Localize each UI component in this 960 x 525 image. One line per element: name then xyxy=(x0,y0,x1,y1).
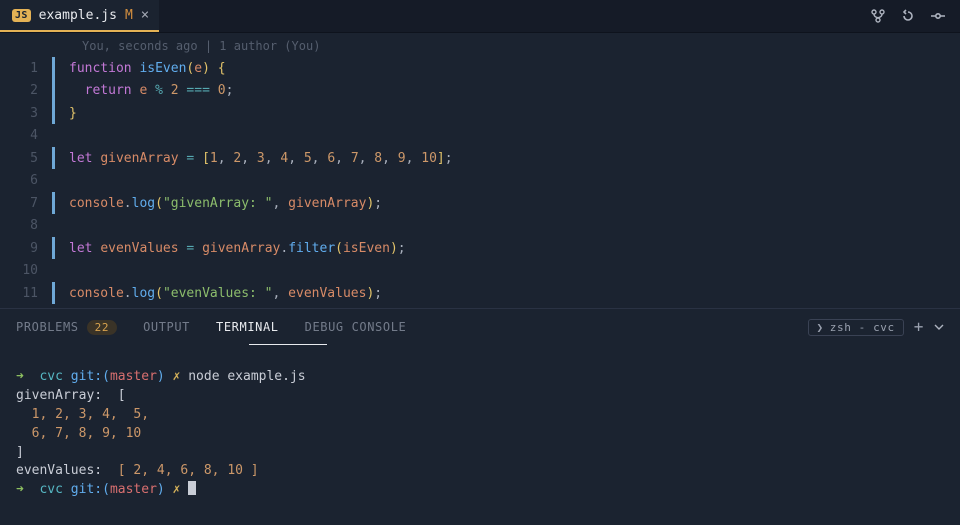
line-number: 11 xyxy=(0,286,52,301)
tab-problems-label: PROBLEMS xyxy=(16,320,79,334)
filetype-badge: JS xyxy=(12,9,31,22)
code-line[interactable]: 6 xyxy=(0,169,960,192)
tab-terminal[interactable]: TERMINAL xyxy=(216,311,279,343)
code-line[interactable]: 9 let evenValues = givenArray.filter(isE… xyxy=(0,237,960,260)
terminal-prompt-icon: ❯ xyxy=(817,321,824,334)
gutter-added-icon xyxy=(52,282,55,305)
tab-actions xyxy=(870,0,960,32)
editor-tab-example-js[interactable]: JS example.js M × xyxy=(0,0,159,32)
source-control-icon[interactable] xyxy=(870,8,886,24)
gutter-added-icon xyxy=(52,79,55,102)
tab-output-label: OUTPUT xyxy=(143,320,190,334)
prompt-arrow-icon: ➜ xyxy=(16,369,24,384)
revert-icon[interactable] xyxy=(900,8,916,24)
line-number: 1 xyxy=(0,61,52,76)
new-terminal-button[interactable]: + xyxy=(914,319,924,335)
close-icon[interactable]: × xyxy=(141,8,149,22)
gutter-added-icon xyxy=(52,147,55,170)
editor-tabbar: JS example.js M × xyxy=(0,0,960,33)
code-line[interactable]: 2 return e % 2 === 0; xyxy=(0,79,960,102)
gutter-added-icon xyxy=(52,192,55,215)
terminal-selector[interactable]: ❯ zsh - cvc xyxy=(808,319,904,336)
code-line[interactable]: 10 xyxy=(0,259,960,282)
code-line[interactable]: 11 console.log("evenValues: ", evenValue… xyxy=(0,282,960,305)
editor[interactable]: You, seconds ago | 1 author (You) 1 func… xyxy=(0,33,960,309)
tab-terminal-label: TERMINAL xyxy=(216,320,279,334)
line-number: 8 xyxy=(0,218,52,233)
gutter-added-icon xyxy=(52,237,55,260)
tab-modified-indicator: M xyxy=(125,8,133,23)
terminal-cursor xyxy=(188,481,196,495)
terminal-shell-label: zsh - cvc xyxy=(830,321,895,334)
code-line[interactable]: 8 xyxy=(0,214,960,237)
chevron-down-icon[interactable] xyxy=(934,322,944,332)
panel-tabs: PROBLEMS 22 OUTPUT TERMINAL DEBUG CONSOL… xyxy=(0,309,960,345)
problems-count-badge: 22 xyxy=(87,320,117,335)
line-number: 6 xyxy=(0,173,52,188)
line-number: 10 xyxy=(0,263,52,278)
code-line[interactable]: 5 let givenArray = [1, 2, 3, 4, 5, 6, 7,… xyxy=(0,147,960,170)
commit-circle-icon[interactable] xyxy=(930,8,946,24)
bottom-panel: PROBLEMS 22 OUTPUT TERMINAL DEBUG CONSOL… xyxy=(0,308,960,525)
line-number: 2 xyxy=(0,83,52,98)
git-blame-annotation: You, seconds ago | 1 author (You) xyxy=(0,39,960,53)
tab-output[interactable]: OUTPUT xyxy=(143,311,190,343)
line-number: 9 xyxy=(0,241,52,256)
tab-debug-label: DEBUG CONSOLE xyxy=(305,320,407,334)
line-number: 7 xyxy=(0,196,52,211)
code-area[interactable]: 1 function isEven(e) { 2 return e % 2 ==… xyxy=(0,57,960,309)
tab-problems[interactable]: PROBLEMS 22 xyxy=(16,311,117,344)
code-line[interactable]: 3 } xyxy=(0,102,960,125)
panel-actions: ❯ zsh - cvc + xyxy=(808,319,944,336)
line-number: 5 xyxy=(0,151,52,166)
code-line[interactable]: 1 function isEven(e) { xyxy=(0,57,960,80)
tab-debug-console[interactable]: DEBUG CONSOLE xyxy=(305,311,407,343)
line-number: 3 xyxy=(0,106,52,121)
prompt-arrow-icon: ➜ xyxy=(16,482,24,497)
tab-filename: example.js xyxy=(39,8,117,23)
gutter-added-icon xyxy=(52,57,55,80)
code-line[interactable]: 7 console.log("givenArray: ", givenArray… xyxy=(0,192,960,215)
gutter-added-icon xyxy=(52,102,55,125)
line-number: 4 xyxy=(0,128,52,143)
code-line[interactable]: 4 xyxy=(0,124,960,147)
terminal-output[interactable]: ➜ cvc git:(master) ✗ node example.js giv… xyxy=(0,345,960,525)
